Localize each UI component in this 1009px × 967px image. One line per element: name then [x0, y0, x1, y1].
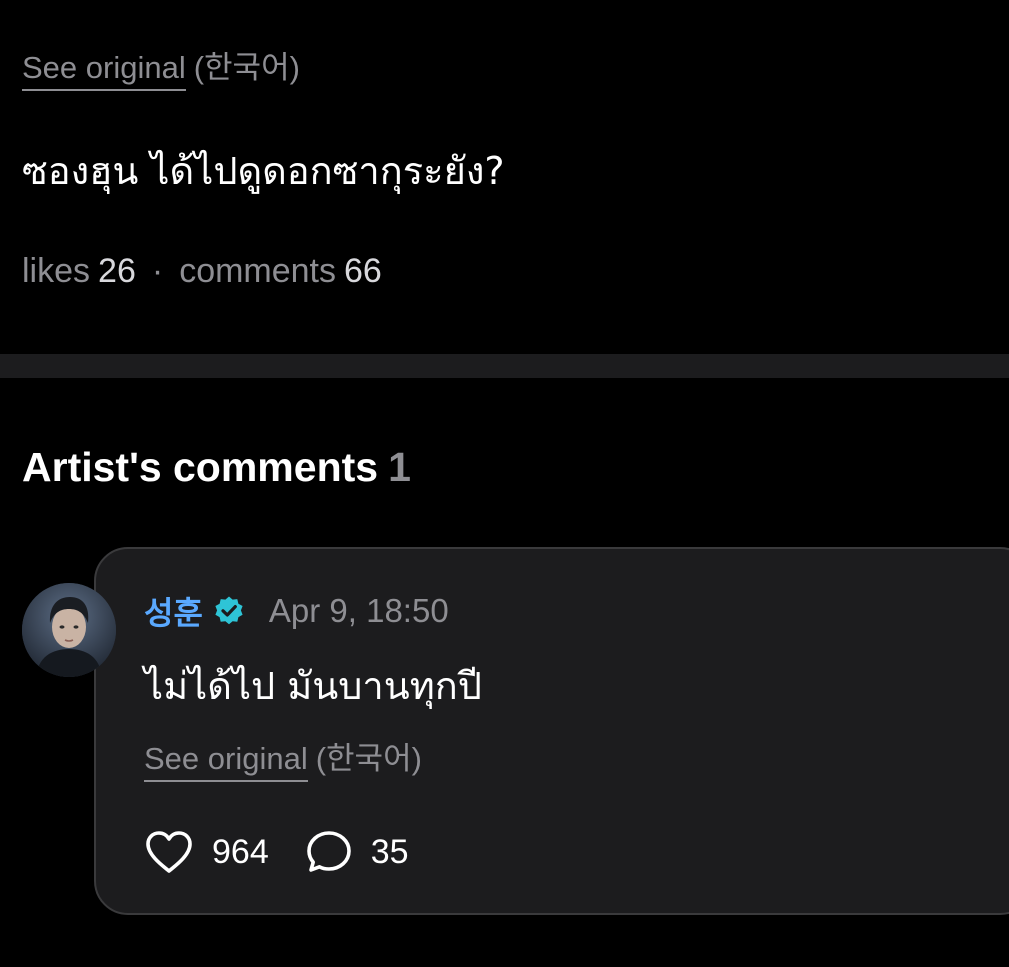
section-divider — [0, 354, 1009, 378]
original-language-label: (한국어) — [315, 741, 422, 776]
see-original-link[interactable]: See original — [22, 50, 186, 91]
comment-see-original: See original (한국어) — [144, 733, 422, 782]
post-stats: likes 26 · comments 66 — [22, 252, 382, 291]
reply-count: 35 — [370, 832, 409, 871]
comment-text: ไม่ได้ไป มันบานทุกปี — [144, 664, 482, 708]
likes-label: likes — [22, 252, 91, 290]
artist-comments-title: Artist's comments 1 — [22, 444, 411, 491]
artist-comment-card[interactable]: 성훈 Apr 9, 18:50 ไม่ได้ไป มันบานทุกปี See… — [94, 547, 1009, 915]
post-text: ซองฮุน ได้ไปดูดอกซากุระยัง? — [22, 149, 505, 193]
speech-bubble-icon — [305, 829, 353, 875]
original-language-label: (한국어) — [193, 50, 300, 85]
comment-actions: 964 35 — [144, 829, 409, 875]
post-section: See original (한국어) ซองฮุน ได้ไปดูดอกซากุร… — [0, 0, 1009, 354]
comments-count: 66 — [344, 252, 382, 290]
artist-comments-label: Artist's comments — [22, 444, 379, 490]
comment-author-name[interactable]: 성훈 — [144, 588, 203, 634]
post-see-original: See original (한국어) — [22, 42, 300, 91]
avatar[interactable] — [22, 583, 116, 677]
artist-comments-count: 1 — [388, 444, 411, 490]
reply-button[interactable]: 35 — [305, 829, 409, 875]
comment-timestamp: Apr 9, 18:50 — [268, 592, 449, 629]
like-count: 964 — [212, 832, 269, 871]
see-original-link[interactable]: See original — [144, 741, 308, 782]
like-button[interactable]: 964 — [144, 829, 269, 875]
heart-icon — [144, 829, 194, 875]
likes-count: 26 — [98, 252, 136, 290]
stats-separator: · — [151, 252, 164, 290]
verified-badge-icon — [213, 595, 245, 627]
comments-label: comments — [179, 252, 337, 290]
comment-author-row: 성훈 Apr 9, 18:50 — [144, 589, 449, 633]
